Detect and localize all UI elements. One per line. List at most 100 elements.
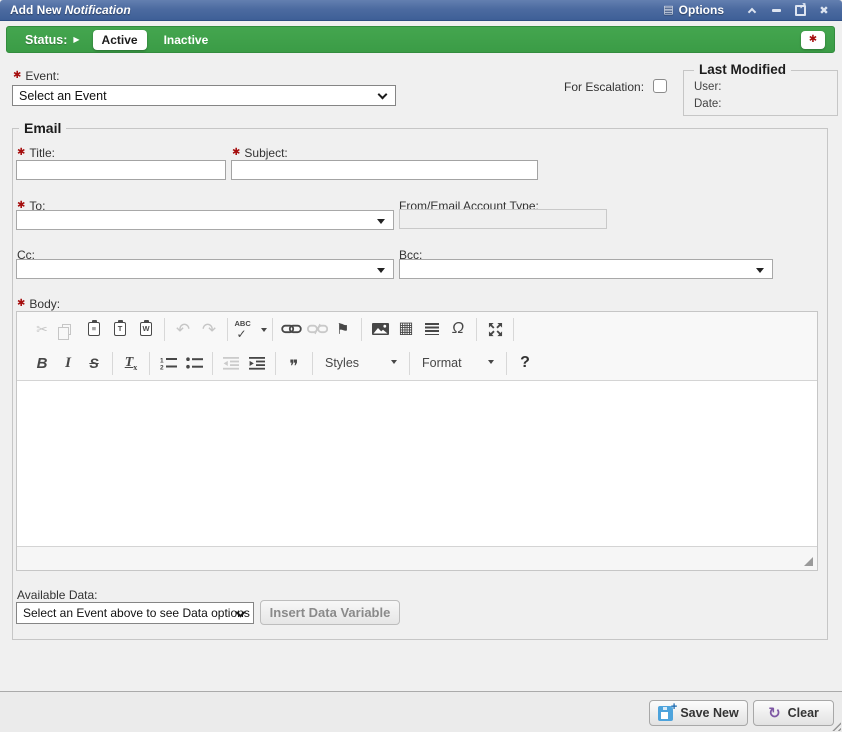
last-modified-fieldset: Last Modified User: Date: <box>683 70 838 116</box>
paste-from-word-button[interactable]: W <box>133 316 159 342</box>
special-character-button[interactable]: Ω <box>445 316 471 342</box>
styles-combo[interactable]: Styles <box>318 351 404 375</box>
status-inactive-button[interactable]: Inactive <box>164 33 209 47</box>
refresh-icon: ↻ <box>768 706 781 721</box>
available-data-select-value: Select an Event above to see Data option… <box>17 606 250 620</box>
add-new-notification-window: { "ui": { "asterisk": "✱" }, "colors": {… <box>0 0 842 732</box>
status-bar: Status: ▶ Active Inactive ✱ <box>6 26 835 53</box>
toolbar-separator <box>227 318 228 341</box>
redo-button[interactable]: ↷ <box>196 316 222 342</box>
table-icon: ▦ <box>398 321 413 337</box>
scissors-icon: ✂ <box>36 322 48 336</box>
spell-check-button[interactable]: ABC✓ <box>233 316 267 342</box>
insert-data-variable-button[interactable]: Insert Data Variable <box>260 600 400 625</box>
clear-button[interactable]: ↻ Clear <box>753 700 834 726</box>
toolbar-separator <box>212 352 213 375</box>
toolbar-separator <box>409 352 410 375</box>
dropdown-arrow-icon <box>756 268 764 277</box>
indent-icon <box>249 357 265 370</box>
required-icon: ✱ <box>13 71 21 81</box>
required-icon: ✱ <box>232 148 240 158</box>
format-combo[interactable]: Format <box>415 351 501 375</box>
link-icon <box>281 323 302 335</box>
unlink-button[interactable] <box>304 316 330 342</box>
title-input[interactable] <box>16 160 226 180</box>
link-button[interactable] <box>278 316 304 342</box>
maximize-arrows-icon <box>488 322 503 337</box>
editor-content-area[interactable] <box>17 380 817 547</box>
decrease-indent-button[interactable] <box>218 350 244 376</box>
popout-button[interactable]: ↗ <box>790 2 810 18</box>
maximize-button[interactable] <box>482 316 508 342</box>
increase-indent-button[interactable] <box>244 350 270 376</box>
dialog-title-emphasis: Notification <box>65 3 131 17</box>
toolbar-separator <box>513 318 514 341</box>
anchor-button[interactable]: ⚑ <box>330 316 356 342</box>
paste-plain-text-button[interactable]: T <box>107 316 133 342</box>
cut-button[interactable]: ✂ <box>29 316 55 342</box>
save-new-button[interactable]: + Save New <box>649 700 748 726</box>
bullet-list-icon <box>186 356 203 370</box>
toolbar-separator <box>149 352 150 375</box>
undo-button[interactable]: ↶ <box>170 316 196 342</box>
undo-arrow-icon: ↶ <box>176 321 190 338</box>
event-select[interactable]: Select an Event <box>12 85 396 106</box>
blockquote-button[interactable]: ❞ <box>281 350 307 376</box>
asterisk-icon: ✱ <box>809 35 817 45</box>
popout-icon: ↗ <box>795 5 806 16</box>
italic-button[interactable]: I <box>55 350 81 376</box>
insert-image-button[interactable] <box>367 316 393 342</box>
required-fields-button[interactable]: ✱ <box>801 31 825 49</box>
toolbar-separator <box>476 318 477 341</box>
available-data-label: Available Data: <box>17 588 98 602</box>
to-combobox[interactable] <box>16 210 394 230</box>
for-escalation-checkbox[interactable] <box>653 79 667 93</box>
dropdown-arrow-icon <box>377 268 385 277</box>
minimize-button[interactable] <box>766 2 786 18</box>
horizontal-line-button[interactable] <box>419 316 445 342</box>
dialog-title: Add New Notification <box>10 3 131 17</box>
horizontal-lines-icon <box>425 323 439 335</box>
dropdown-caret-icon <box>488 360 494 367</box>
bullet-list-button[interactable] <box>181 350 207 376</box>
collapse-button[interactable] <box>742 2 762 18</box>
options-list-icon: ▤ <box>663 5 673 16</box>
cc-combobox[interactable] <box>16 259 394 279</box>
outdent-icon <box>223 357 239 370</box>
numbered-list-icon: 12 <box>160 356 177 370</box>
title-label: ✱Title: <box>17 146 55 160</box>
svg-text:1: 1 <box>160 358 164 365</box>
dialog-footer: + Save New ↻ Clear <box>0 691 842 732</box>
editor-toolbar-row-2: B I S Tx 12 ❞ Styles Format <box>17 346 817 380</box>
remove-format-icon: Tx <box>125 355 138 372</box>
options-label: Options <box>679 3 724 17</box>
dropdown-arrow-icon <box>377 219 385 228</box>
numbered-list-button[interactable]: 12 <box>155 350 181 376</box>
format-combo-label: Format <box>422 356 462 370</box>
event-select-value: Select an Event <box>13 89 107 103</box>
about-help-button[interactable]: ? <box>512 350 538 376</box>
last-modified-user-label: User: <box>694 81 721 93</box>
required-icon: ✱ <box>17 299 25 309</box>
editor-resize-grip[interactable] <box>804 557 813 566</box>
copy-button[interactable] <box>55 316 81 342</box>
bold-button[interactable]: B <box>29 350 55 376</box>
available-data-select[interactable]: Select an Event above to see Data option… <box>16 602 254 624</box>
close-button[interactable]: ✖ <box>814 2 834 18</box>
chevron-down-icon <box>378 90 388 100</box>
toolbar-separator <box>112 352 113 375</box>
dialog-titlebar: Add New Notification ▤ Options ↗ ✖ <box>0 0 842 21</box>
save-disk-icon: + <box>658 706 673 721</box>
strikethrough-button[interactable]: S <box>81 350 107 376</box>
toolbar-separator <box>164 318 165 341</box>
status-active-button[interactable]: Active <box>93 30 147 50</box>
paste-button[interactable]: ≡ <box>81 316 107 342</box>
subject-input[interactable] <box>231 160 538 180</box>
arrow-right-icon: ▶ <box>73 35 79 44</box>
options-button[interactable]: ▤ Options <box>663 3 724 17</box>
bcc-combobox[interactable] <box>399 259 773 279</box>
redo-arrow-icon: ↷ <box>202 321 216 338</box>
insert-table-button[interactable]: ▦ <box>393 316 419 342</box>
toolbar-separator <box>272 318 273 341</box>
remove-format-button[interactable]: Tx <box>118 350 144 376</box>
